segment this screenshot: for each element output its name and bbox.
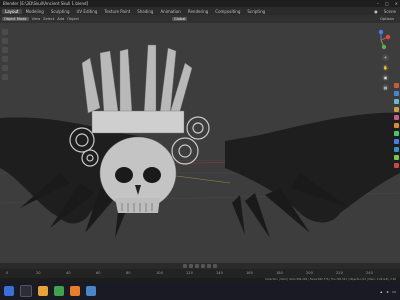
- jump-start-icon[interactable]: [183, 264, 187, 268]
- tab-modeling[interactable]: Modeling: [23, 9, 47, 14]
- crown: [81, 44, 193, 134]
- file-explorer-icon[interactable]: [38, 286, 48, 296]
- timeline-tick: 100: [156, 271, 163, 275]
- object-props-icon[interactable]: [394, 131, 399, 136]
- modifier-props-icon[interactable]: [394, 139, 399, 144]
- timeline[interactable]: 0 20 40 60 80 100 120 140 160 180 200 22…: [0, 269, 400, 278]
- material-props-icon[interactable]: [394, 163, 399, 168]
- notification-icon[interactable]: ▭: [392, 289, 396, 294]
- scene-icon[interactable]: ●: [374, 9, 378, 14]
- view-menu[interactable]: View: [32, 17, 41, 21]
- rotate-tool-icon[interactable]: [2, 56, 8, 62]
- viewport-scene: [0, 44, 400, 238]
- transform-tool-icon[interactable]: [2, 74, 8, 80]
- blender-icon[interactable]: [70, 286, 80, 296]
- tool-props-icon[interactable]: [394, 83, 399, 88]
- particles-props-icon[interactable]: [394, 147, 399, 152]
- transform-orientation-dropdown[interactable]: Global: [171, 17, 188, 21]
- network-icon[interactable]: ▴: [380, 289, 382, 294]
- jump-end-icon[interactable]: [213, 264, 217, 268]
- start-menu-icon[interactable]: [4, 286, 14, 296]
- workspace-tabs: Layout Modeling Sculpting UV Editing Tex…: [0, 7, 400, 15]
- tab-scripting[interactable]: Scripting: [244, 9, 268, 14]
- timeline-tick: 40: [66, 271, 71, 275]
- view-layer-props-icon[interactable]: [394, 107, 399, 112]
- properties-tabs: [394, 83, 399, 168]
- os-taskbar: ▴ ◂ ▭: [0, 282, 400, 300]
- chrome-icon[interactable]: [54, 286, 64, 296]
- window-titlebar: Blender [E:\3D\Skull\Ancient Skull 1.ble…: [0, 0, 400, 7]
- tab-shading[interactable]: Shading: [134, 9, 156, 14]
- z-axis-icon[interactable]: [378, 29, 384, 35]
- app-icon[interactable]: [86, 286, 96, 296]
- prev-keyframe-icon[interactable]: [189, 264, 193, 268]
- viewport-header: Object Mode View Select Add Object Globa…: [0, 15, 400, 23]
- ortho-toggle-icon[interactable]: ▦: [382, 84, 389, 91]
- camera-view-icon[interactable]: ▣: [382, 74, 389, 81]
- scale-tool-icon[interactable]: [2, 65, 8, 71]
- search-icon[interactable]: [20, 285, 32, 297]
- window-title: Blender [E:\3D\Skull\Ancient Skull 1.ble…: [3, 1, 89, 6]
- timeline-tick: 120: [186, 271, 193, 275]
- add-menu[interactable]: Add: [57, 17, 64, 21]
- tab-rendering[interactable]: Rendering: [185, 9, 211, 14]
- tab-uv-editing[interactable]: UV Editing: [74, 9, 101, 14]
- close-icon[interactable]: ×: [395, 0, 398, 7]
- timeline-tick: 60: [96, 271, 101, 275]
- timeline-tick: 240: [366, 271, 373, 275]
- tab-texture-paint[interactable]: Texture Paint: [101, 9, 133, 14]
- timeline-tick: 0: [6, 271, 9, 275]
- timeline-tick: 180: [276, 271, 283, 275]
- tab-animation[interactable]: Animation: [157, 9, 183, 14]
- window-controls: – □ ×: [377, 0, 398, 7]
- tool-shelf: [2, 29, 8, 80]
- 3d-viewport[interactable]: + ✋ ▣ ▦: [0, 23, 400, 263]
- volume-icon[interactable]: ◂: [386, 289, 388, 294]
- timeline-tick: 140: [216, 271, 223, 275]
- cursor-tool-icon[interactable]: [2, 38, 8, 44]
- select-tool-icon[interactable]: [2, 29, 8, 35]
- scene-props-icon[interactable]: [394, 115, 399, 120]
- x-axis-icon[interactable]: [385, 34, 391, 40]
- world-props-icon[interactable]: [394, 123, 399, 128]
- system-tray: ▴ ◂ ▭: [380, 289, 396, 294]
- y-axis-icon[interactable]: [381, 44, 387, 50]
- tab-compositing[interactable]: Compositing: [212, 9, 243, 14]
- constraints-props-icon[interactable]: [394, 155, 399, 160]
- move-tool-icon[interactable]: [2, 47, 8, 53]
- select-menu[interactable]: Select: [43, 17, 54, 21]
- timeline-tick: 200: [306, 271, 313, 275]
- scene-selector: ● Scene: [374, 9, 396, 14]
- timeline-tick: 220: [336, 271, 343, 275]
- navigation-gizmo[interactable]: [370, 29, 392, 51]
- timeline-tick: 80: [126, 271, 131, 275]
- minimize-icon[interactable]: –: [377, 0, 379, 7]
- maximize-icon[interactable]: □: [385, 0, 389, 7]
- scene-label[interactable]: Scene: [384, 9, 396, 14]
- options-menu[interactable]: Options: [380, 17, 394, 21]
- play-reverse-icon[interactable]: [195, 264, 199, 268]
- tab-layout[interactable]: Layout: [2, 8, 22, 14]
- pan-icon[interactable]: ✋: [382, 64, 389, 71]
- view-controls: + ✋ ▣ ▦: [382, 54, 389, 91]
- mode-dropdown[interactable]: Object Mode: [2, 17, 29, 21]
- next-keyframe-icon[interactable]: [207, 264, 211, 268]
- play-icon[interactable]: [201, 264, 205, 268]
- output-props-icon[interactable]: [394, 99, 399, 104]
- object-menu[interactable]: Object: [67, 17, 79, 21]
- timeline-tick: 20: [36, 271, 41, 275]
- tab-sculpting[interactable]: Sculpting: [48, 9, 73, 14]
- render-props-icon[interactable]: [394, 91, 399, 96]
- zoom-icon[interactable]: +: [382, 54, 389, 61]
- timeline-tick: 160: [246, 271, 253, 275]
